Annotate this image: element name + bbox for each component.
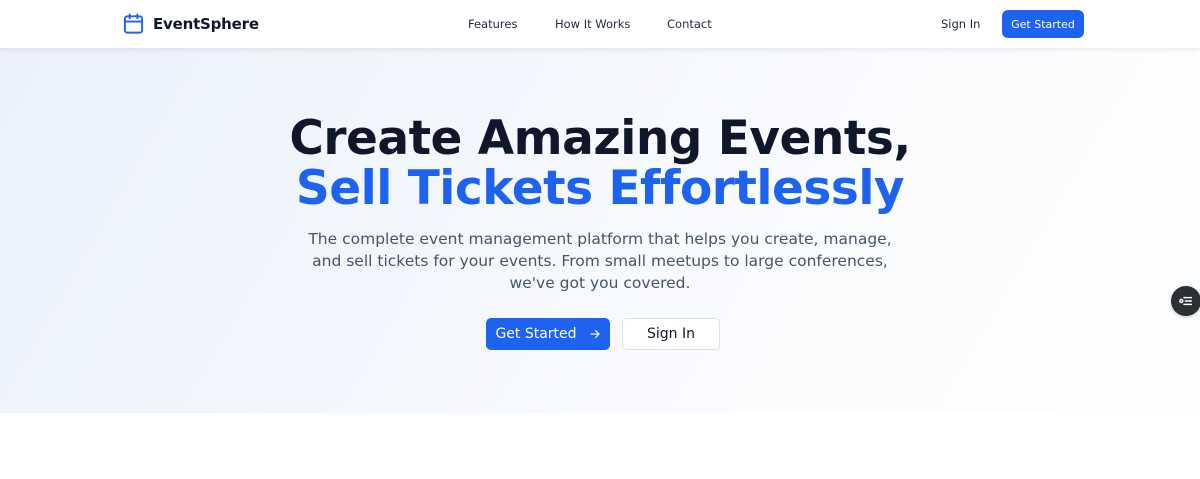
hero-get-started-label: Get Started [495, 326, 577, 342]
hero-title-line1: Create Amazing Events, [289, 111, 911, 166]
nav-get-started-button[interactable]: Get Started [1002, 10, 1084, 38]
top-navbar: EventSphere Features How It Works Contac… [0, 0, 1200, 48]
hero-get-started-button[interactable]: Get Started [486, 318, 610, 350]
nav-link-contact[interactable]: Contact [667, 17, 712, 31]
nav-link-features[interactable]: Features [468, 17, 517, 31]
nav-link-how-it-works[interactable]: How It Works [555, 17, 630, 31]
brand-logo-link[interactable]: EventSphere [122, 12, 259, 35]
nav-get-started-label: Get Started [1011, 17, 1075, 31]
list-settings-icon [1179, 296, 1193, 306]
calendar-icon [123, 13, 144, 34]
hero-title-line2: Sell Tickets Effortlessly [295, 161, 905, 216]
nav-sign-in-link[interactable]: Sign In [941, 17, 980, 31]
brand-name: EventSphere [153, 14, 259, 33]
hero-sign-in-button[interactable]: Sign In [622, 318, 720, 350]
hero-description: The complete event management platform t… [308, 230, 892, 292]
arrow-right-icon [589, 329, 600, 339]
floating-widget-button[interactable] [1171, 286, 1200, 316]
hero-sign-in-label: Sign In [647, 326, 695, 342]
hero-section: Create Amazing Events, Sell Tickets Effo… [0, 48, 1200, 413]
